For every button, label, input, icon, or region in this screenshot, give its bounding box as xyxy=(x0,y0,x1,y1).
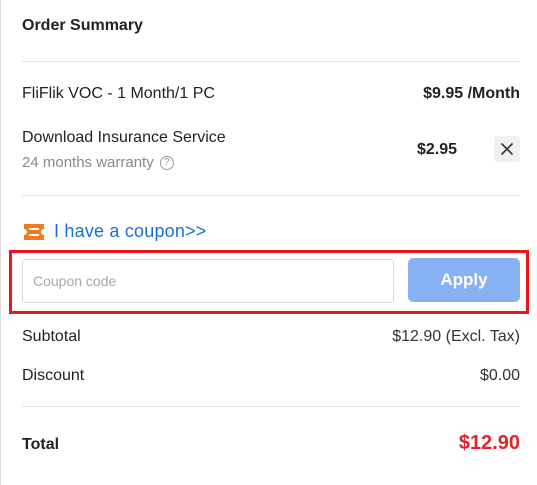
insurance-price: $2.95 xyxy=(416,141,457,158)
insurance-warranty-text: 24 months warranty xyxy=(22,154,154,171)
divider xyxy=(22,195,520,196)
ticket-icon xyxy=(24,223,44,240)
discount-label: Discount xyxy=(22,367,85,384)
coupon-code-input[interactable] xyxy=(22,259,394,303)
question-circle-icon[interactable]: ? xyxy=(159,155,174,170)
insurance-name: Download Insurance Service xyxy=(22,129,226,146)
total-value: $12.90 xyxy=(458,432,520,454)
discount-value: $0.00 xyxy=(479,367,520,384)
total-label: Total xyxy=(22,436,60,453)
subtotal-value: $12.90 (Excl. Tax) xyxy=(392,328,520,345)
apply-coupon-button[interactable]: Apply xyxy=(408,258,520,302)
divider xyxy=(22,61,520,62)
coupon-link[interactable]: I have a coupon>> xyxy=(54,221,207,242)
coupon-toggle[interactable]: I have a coupon>> xyxy=(22,221,207,242)
product-name: FliFlik VOC - 1 Month/1 PC xyxy=(22,85,215,102)
remove-insurance-button[interactable] xyxy=(494,136,520,162)
order-summary-title: Order Summary xyxy=(22,17,143,34)
subtotal-label: Subtotal xyxy=(22,328,81,345)
divider xyxy=(22,406,520,407)
product-price: $9.95 /Month xyxy=(423,85,520,102)
close-icon xyxy=(500,142,514,156)
insurance-subtitle: 24 months warranty ? xyxy=(22,154,174,171)
panel-left-border xyxy=(0,0,1,485)
